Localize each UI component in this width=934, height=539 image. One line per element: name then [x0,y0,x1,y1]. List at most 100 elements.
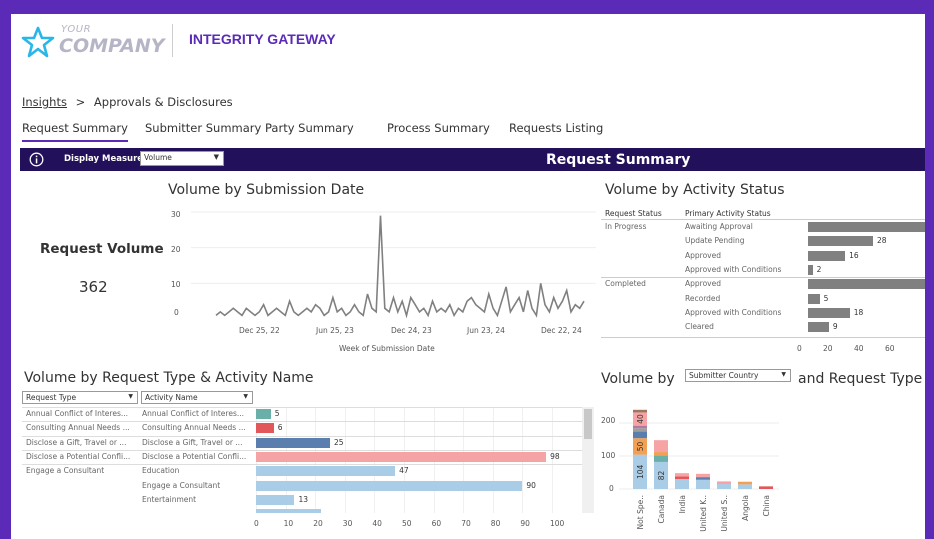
status-col-activity-status: Primary Activity Status [685,209,771,218]
type-bar [256,423,274,434]
display-measure-value: Volume [144,153,172,162]
request-type-label: Engage a Consultant [26,466,105,476]
submitter-country-value: Submitter Country [689,371,759,380]
x-tick-label: 60 [431,519,442,528]
row-divider [22,449,582,451]
type-bar-value: 90 [526,480,536,490]
status-bar [808,307,850,318]
stack-segment [633,431,647,439]
breadcrumb-current: Approvals & Disclosures [93,95,233,109]
logo-text-bottom: COMPANY [59,35,165,57]
activity-name-filter-label: Activity Name [145,393,198,402]
stack-segment [675,476,689,480]
type-bar [256,466,396,477]
status-chart-title: Volume by Activity Status [605,182,785,198]
x-tick-label: 100 [550,519,565,528]
info-icon[interactable] [29,152,44,167]
stack-segment [696,477,710,480]
country-chart: 104 50 40 Not Spe.. 82 Canada India United K.. U… [619,409,779,532]
line-chart [191,211,596,319]
activity-name-filter[interactable]: Activity Name ▼ [141,391,253,404]
type-bar [256,480,523,491]
type-chart-x-axis: 0 10 20 30 40 50 60 70 80 90 100 [254,519,586,531]
app-frame: YOUR COMPANY INTEGRITY GATEWAY Insights … [0,0,934,539]
stack-segment [654,455,668,462]
row-divider [22,435,582,437]
display-measure-select[interactable]: Volume ▼ [140,151,224,166]
y-tick-label: 200 [601,416,616,425]
activity-name-label: Consulting Annual Needs ... [142,423,246,433]
stack-value-label: 104 [636,464,645,479]
activity-label: Cleared [685,322,714,332]
activity-label: Approved with Conditions [685,264,782,274]
stack-segment [738,484,752,489]
y-tick-label: 100 [601,451,616,460]
stack-segment [633,428,647,432]
tab-requests-listing[interactable]: Requests Listing [509,121,603,135]
status-bar-value: 18 [853,307,864,317]
country-tick-label: China [762,495,771,516]
country-tick-label: India [678,495,687,513]
display-measure-label: Display Measure: [64,154,147,164]
request-type-label: Annual Conflict of Interes... [26,409,129,418]
type-bar [256,494,295,505]
status-bar [808,264,813,275]
x-tick-label: 40 [854,344,864,353]
breadcrumb-link-insights[interactable]: Insights [22,95,67,109]
status-bar [808,322,829,333]
star-logo-icon [21,26,55,58]
status-col-request-status: Request Status [605,209,662,218]
x-tick-label: Dec 22, 24 [541,326,582,335]
request-type-label: Disclose a Gift, Travel or ... [26,437,127,447]
logo-text-top: YOUR [61,24,92,35]
status-bar-value: 16 [849,250,859,260]
stack-segment [654,440,668,453]
country-tick-label: United K.. [699,495,708,532]
type-bar-value: 13 [298,494,309,504]
scrollbar[interactable] [582,407,594,513]
x-tick-label: 10 [283,519,294,528]
stack-segment [759,486,773,489]
x-tick-label: 50 [402,519,412,528]
breadcrumb-separator: > [75,95,86,109]
row-divider [22,421,582,423]
activity-name-label: Disclose a Gift, Travel or ... [142,437,243,447]
status-chart-rows: In Progress Awaiting Approval Update Pendi… [601,220,925,340]
y-tick-label: 30 [171,210,181,219]
submitter-country-select[interactable]: Submitter Country ▼ [685,369,791,382]
chevron-down-icon: ▼ [213,153,219,161]
stack-segment [675,473,689,477]
activity-name-label: Education [142,466,180,476]
tab-process-summary[interactable]: Process Summary [387,121,490,135]
request-type-filter[interactable]: Request Type ▼ [22,391,138,404]
x-tick-label: 0 [797,344,802,353]
y-tick-label: 0 [174,308,179,317]
country-tick-label: Not Spe.. [636,495,645,529]
status-group-divider [601,277,925,279]
scrollbar-thumb[interactable] [584,409,592,439]
x-tick-label: 20 [313,519,323,528]
tab-request-summary[interactable]: Request Summary [22,121,128,142]
y-tick-label: 20 [171,245,181,254]
activity-label: Approved with Conditions [685,307,782,317]
type-bar-value: 98 [550,451,560,461]
country-tick-label: Angola [741,495,750,521]
kpi-label: Request Volume [40,241,164,257]
type-bar [256,409,271,419]
x-tick-label: Dec 24, 23 [391,326,432,335]
type-bar [256,437,330,448]
toolbar-title: Request Summary [546,152,691,168]
stack-segment [717,481,731,485]
stack-segment [696,479,710,489]
stack-segment [717,484,731,489]
x-tick-label: 90 [520,519,530,528]
type-bar-value: 6 [277,423,283,433]
stack-segment [633,409,647,413]
stack-segment [696,473,710,478]
x-tick-label: Dec 25, 22 [239,326,280,335]
y-tick-label: 10 [171,280,181,289]
tab-submitter-summary[interactable]: Submitter Summary [145,121,261,135]
status-bar-value: 28 [876,236,887,246]
tab-party-summary[interactable]: Party Summary [265,121,354,135]
type-bar [256,509,322,513]
